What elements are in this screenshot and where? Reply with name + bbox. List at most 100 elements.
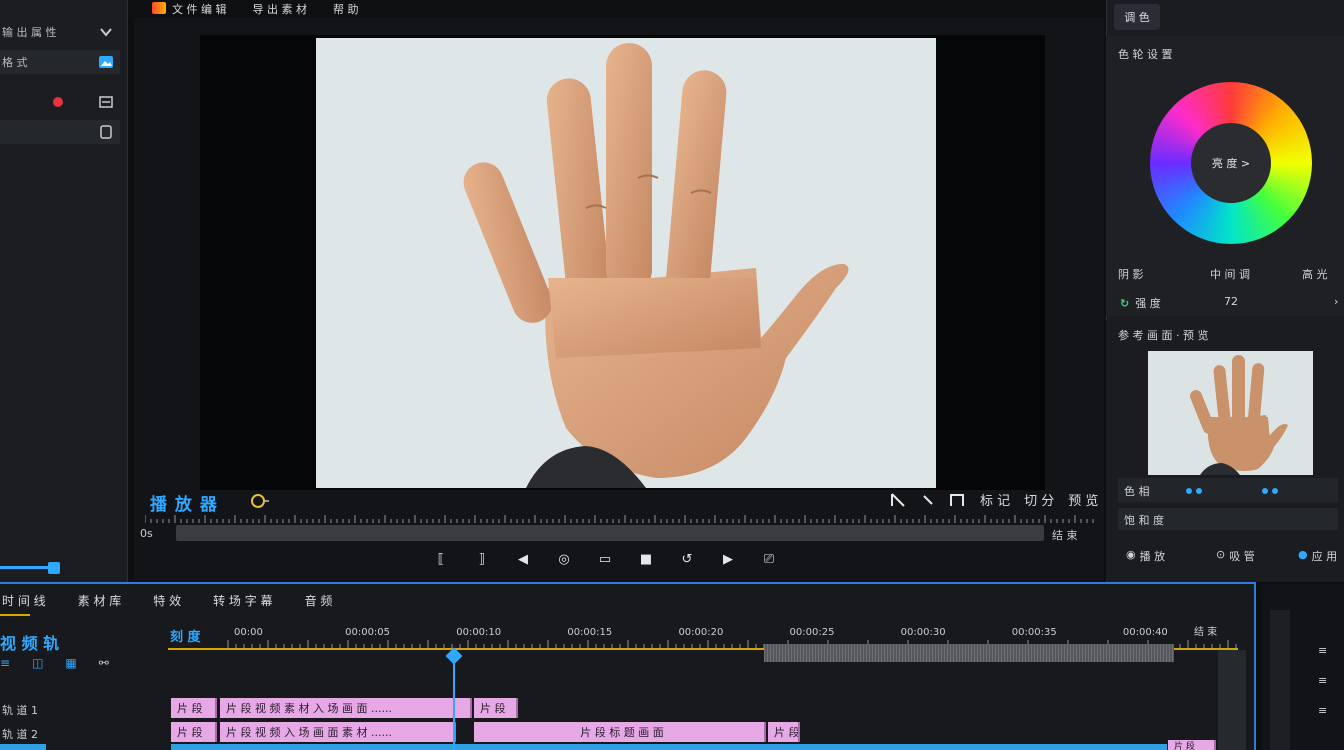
clip[interactable]: 片 段 (171, 722, 217, 742)
bottom-eyedropper-button[interactable]: ⊙ 吸 管 (1216, 548, 1255, 564)
tab-timeline[interactable]: 时 间 线 (0, 592, 46, 609)
track-tool-link-icon[interactable]: ⚯ (99, 656, 109, 670)
timeline-tick-label: 00:00 (234, 627, 263, 638)
saturation-row[interactable]: 饱 和 度 (1118, 508, 1338, 530)
track-label-v1-highlight[interactable] (0, 744, 46, 750)
left-panel-row-checkbox[interactable] (0, 120, 120, 144)
tool-split[interactable]: 切 分 (1024, 490, 1054, 509)
crop-icon[interactable] (948, 492, 966, 508)
strength-value: 72 (1224, 295, 1238, 308)
chevron-right-icon[interactable]: › (1334, 295, 1338, 308)
track-tools: ≡ ◫ ▦ ⚯ (0, 656, 109, 670)
strength-label: 强 度 (1135, 297, 1161, 310)
bottom-play-button[interactable]: ◉ 播 放 (1126, 548, 1165, 564)
tool-mark[interactable]: 标 记 (980, 490, 1010, 509)
image-icon[interactable] (98, 54, 114, 70)
saturation-label: 饱 和 度 (1124, 514, 1164, 527)
rewind-icon[interactable]: ↺ (676, 548, 698, 570)
clip[interactable]: 片 段 视 频 入 场 画 面 素 材 ...... (220, 722, 456, 742)
side-icon-2[interactable]: ≡ (1318, 674, 1327, 687)
tool-preview[interactable]: 预 览 (1068, 490, 1098, 509)
mark-in-icon[interactable]: ⟦ (430, 548, 452, 570)
section-title: 色 轮 设 置 (1118, 48, 1173, 61)
select-tool-icon[interactable] (890, 492, 908, 508)
clip[interactable]: 片 段 标 题 画 面 (474, 722, 766, 742)
transport-controls: ⟦ ⟧ ◀ ◎ ▭ ■ ↺ ▶ ⎚ (430, 548, 780, 570)
tab-color[interactable]: 调 色 (1114, 4, 1160, 30)
side-scroll-track[interactable] (1270, 610, 1290, 750)
menu-file[interactable]: 文 件 编 辑 (172, 1, 227, 17)
playhead[interactable] (453, 650, 455, 750)
reference-thumbnail[interactable] (1148, 351, 1313, 475)
scrub-bar[interactable] (176, 525, 1044, 541)
clip[interactable]: 片 段 (1168, 740, 1216, 750)
timeline-tick-label: 00:00:20 (678, 627, 723, 638)
clip[interactable]: 片 段 视 频 素 材 入 场 画 面 ...... (220, 698, 472, 718)
side-icon-3[interactable]: ≡ (1318, 704, 1327, 717)
chevron-down-icon[interactable] (98, 24, 114, 40)
row-label: 格 式 (2, 56, 28, 69)
rendered-region (764, 644, 1174, 662)
track-tool-audio-icon[interactable]: ▦ (65, 656, 76, 670)
wheel-label-shadows[interactable]: 阴 影 (1118, 266, 1144, 282)
stop-icon[interactable]: ■ (635, 548, 657, 570)
tab-audio[interactable]: 音 频 (303, 592, 333, 609)
left-panel-row-format[interactable]: 格 式 (0, 50, 120, 74)
video-frame[interactable] (316, 38, 936, 488)
hue-dot-2b[interactable] (1272, 488, 1278, 494)
list-icon[interactable] (98, 94, 114, 110)
play-icon[interactable]: ▶ (717, 548, 739, 570)
timeline-tick-label: 00:00:15 (567, 627, 612, 638)
mark-out-icon[interactable]: ⟧ (471, 548, 493, 570)
scrub-start-label: 0s (140, 527, 153, 540)
preview-title: 参 考 画 面 · 预 览 (1118, 329, 1209, 342)
left-panel-slider-handle[interactable] (48, 562, 60, 574)
refresh-icon[interactable]: ↻ (1120, 297, 1129, 310)
track-tool-lock-icon[interactable]: ≡ (0, 656, 10, 670)
monitor-toolbar: 标 记 切 分 预 览 (890, 490, 1098, 509)
clip[interactable]: 片 段 (768, 722, 800, 742)
left-panel-row-output[interactable]: 输 出 属 性 (0, 20, 120, 44)
clip[interactable]: 片 段 (474, 698, 518, 718)
left-panel-row-record[interactable] (0, 90, 120, 114)
fps-icon[interactable] (250, 493, 270, 509)
active-tab-indicator (0, 614, 30, 616)
hand-image (463, 43, 849, 488)
left-panel (0, 0, 128, 582)
hand-thumbnail-image (1190, 355, 1288, 475)
strength-row[interactable]: ↻ 强 度 (1120, 295, 1161, 311)
tab-media[interactable]: 素 材 库 (76, 592, 122, 609)
video-clip-blue[interactable] (171, 744, 1167, 750)
timeline-scrollbar[interactable] (1218, 650, 1246, 750)
fit-icon[interactable]: ▭ (594, 548, 616, 570)
record-icon[interactable] (52, 96, 64, 108)
audio-icon[interactable]: ◀ (512, 548, 534, 570)
export-frame-icon[interactable]: ⎚ (758, 548, 780, 570)
track-label-2: 轨 道 2 (2, 728, 38, 741)
clip[interactable]: 片 段 (171, 698, 217, 718)
row-label: 输 出 属 性 (2, 26, 57, 39)
apply-icon: ● (1298, 548, 1308, 561)
wheel-center-button[interactable]: 亮 度 > (1191, 123, 1271, 203)
timeline-tick-label: 00:00:40 (1123, 627, 1168, 638)
track-tool-eye-icon[interactable]: ◫ (32, 656, 43, 670)
track-label-1: 轨 道 1 (2, 704, 38, 717)
hue-dot-left[interactable] (1186, 488, 1192, 494)
loop-icon[interactable]: ◎ (553, 548, 575, 570)
side-icon-1[interactable]: ≡ (1318, 644, 1327, 657)
timeline-side-panel: ≡ ≡ ≡ (1262, 584, 1344, 750)
hue-dot-2a[interactable] (1262, 488, 1268, 494)
bottom-apply-button[interactable]: ● 应 用 (1298, 548, 1337, 564)
menu-help[interactable]: 帮 助 (333, 1, 359, 17)
hue-row[interactable]: 色 相 (1118, 478, 1338, 502)
tab-effects[interactable]: 特 效 (151, 592, 181, 609)
wheel-label-midtones[interactable]: 中 间 调 (1210, 266, 1250, 282)
menubar: 文 件 编 辑 导 出 素 材 帮 助 (134, 0, 1104, 18)
hue-dot-right[interactable] (1196, 488, 1202, 494)
cut-tool-icon[interactable] (922, 492, 934, 508)
tab-transitions[interactable]: 转 场 字 幕 (211, 592, 272, 609)
checkbox-icon[interactable] (98, 124, 114, 140)
wheel-label-highlights[interactable]: 高 光 (1302, 266, 1328, 282)
menu-export[interactable]: 导 出 素 材 (253, 1, 308, 17)
eyedropper-icon: ⊙ (1216, 548, 1226, 561)
